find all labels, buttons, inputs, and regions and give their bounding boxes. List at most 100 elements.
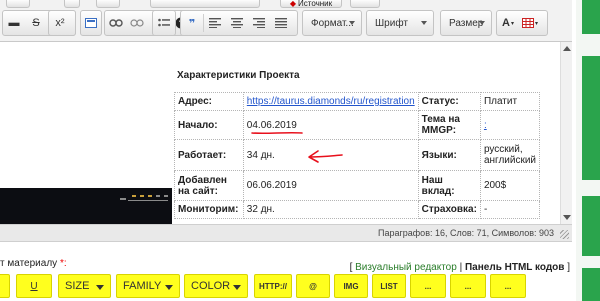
superscript-group: x² [48, 10, 76, 36]
editor-mode-links: [ Визуальный редактор | Панель HTML кодо… [350, 262, 570, 273]
table-cell-value: 32 дн. [242, 200, 419, 219]
sidebar-tab[interactable] [582, 196, 600, 256]
source-icon: ◆ [289, 0, 296, 8]
superscript-icon[interactable]: x² [49, 13, 71, 33]
toolbar-top-button[interactable] [96, 0, 120, 8]
sidebar-tab[interactable] [582, 56, 600, 180]
table-cell-label: Тема на MMGP: [417, 110, 481, 140]
strike-icon[interactable]: S [25, 13, 47, 33]
unlink-icon[interactable] [127, 13, 149, 33]
toolbar-top-button[interactable] [64, 0, 80, 8]
http-button[interactable]: HTTP:// [254, 274, 292, 298]
chevron-down-icon [233, 285, 241, 290]
chevron-down-icon [165, 285, 173, 290]
table-cell-value: https://taurus.diamonds/ru/registration [242, 92, 419, 111]
color-dropdown[interactable]: COLOR [184, 274, 248, 298]
chevron-down-icon: ▾ [534, 20, 538, 27]
editor-content-area[interactable]: Характеристики Проекта Адрес: https://ta… [0, 42, 560, 224]
table-cell-value: 34 дн. [242, 139, 419, 171]
table-cell-label: Начало: [174, 110, 244, 140]
html-panel-link[interactable]: Панель HTML кодов [465, 262, 564, 273]
more-button[interactable]: ... [490, 274, 526, 298]
more-button[interactable]: ... [410, 274, 446, 298]
word-count: Параграфов: 16, Слов: 71, Символов: 903 [378, 228, 554, 238]
visual-editor-link[interactable]: Визуальный редактор [355, 262, 457, 273]
size-select[interactable]: Размер [440, 10, 492, 36]
more-button[interactable]: ... [450, 274, 486, 298]
sidebar-tab[interactable] [582, 0, 600, 34]
format-select[interactable]: Формат... [302, 10, 362, 36]
project-title: Характеристики Проекта [177, 70, 300, 81]
table-row: Добавлен на сайт: 06.06.2019 Наш вклад: … [174, 170, 541, 201]
table-cell-label: Добавлен на сайт: [174, 170, 244, 201]
sidebar-tab[interactable] [582, 268, 600, 301]
toolbar-top-button[interactable] [350, 0, 380, 8]
table-cell-label: Страховка: [417, 200, 481, 219]
link-icon[interactable] [105, 13, 127, 33]
table-row: Начало: 04.06.2019 Тема на MMGP: : [174, 110, 541, 140]
align-justify-icon[interactable] [270, 13, 292, 33]
required-mark: *: [59, 258, 67, 269]
toolbar-top-button[interactable] [150, 0, 260, 8]
family-dropdown[interactable]: FAMILY [116, 274, 180, 298]
resize-grip-icon[interactable] [560, 230, 569, 239]
text-color-icon[interactable]: A ▾ [497, 13, 519, 33]
bold-icon[interactable]: ▬ [3, 13, 25, 33]
bbcode-button-partial[interactable] [0, 274, 10, 298]
editor-vertical-scrollbar[interactable] [560, 42, 572, 224]
table-icon[interactable]: ▾ [519, 13, 541, 33]
size-dropdown[interactable]: SIZE [58, 274, 111, 298]
table-row: Адрес: https://taurus.diamonds/ru/regist… [174, 92, 541, 111]
chevron-down-icon [349, 21, 355, 25]
unordered-list-icon[interactable] [153, 13, 175, 33]
editor-toolbar: ◆ Источник ▬ S x₂ x² ? [0, 0, 572, 42]
insert-group [80, 10, 102, 36]
table-cell-label: Мониторим: [174, 200, 244, 219]
right-sidebar [576, 0, 600, 301]
project-url-link[interactable]: https://taurus.diamonds/ru/registration [247, 96, 415, 107]
material-label-text: т материалу [0, 258, 58, 269]
img-button[interactable]: IMG [334, 274, 368, 298]
table-cell-label: Адрес: [174, 92, 244, 111]
color-dropdown-label: COLOR [191, 280, 231, 292]
table-cell-value: русский, английский [479, 139, 541, 171]
chevron-down-icon [479, 21, 485, 25]
table-row: Мониторим: 32 дн. Страховка: - [174, 200, 541, 219]
project-table: Адрес: https://taurus.diamonds/ru/regist… [174, 92, 541, 219]
table-cell-label: Работает: [174, 139, 244, 171]
scroll-up-icon[interactable] [563, 46, 571, 51]
editor-statusbar: Параграфов: 16, Слов: 71, Символов: 903 [0, 224, 572, 242]
table-cell-label: Языки: [417, 139, 481, 171]
font-select[interactable]: Шрифт [366, 10, 434, 36]
bracket: [ [349, 262, 353, 273]
chevron-down-icon [421, 21, 427, 25]
underline-button[interactable]: U [16, 274, 52, 298]
bracket: ] [567, 262, 570, 273]
blockquote-icon[interactable]: ❞ [181, 13, 203, 33]
align-left-icon[interactable] [204, 13, 226, 33]
project-screenshot-image [0, 44, 172, 190]
email-button[interactable]: @ [296, 274, 330, 298]
table-cell-value: - [479, 200, 541, 219]
source-button[interactable]: ◆ Источник [280, 0, 342, 8]
table-cell-label: Наш вклад: [417, 170, 481, 201]
family-dropdown-label: FAMILY [123, 280, 162, 292]
table-cell-value: 200$ [479, 170, 541, 201]
project-screenshot-image-dark [0, 188, 172, 224]
align-center-icon[interactable] [226, 13, 248, 33]
font-label: Шрифт [375, 17, 408, 29]
insert-icon[interactable] [81, 13, 101, 33]
source-label: Источник [298, 0, 333, 8]
align-right-icon[interactable] [248, 13, 270, 33]
table-cell-value: 04.06.2019 [242, 110, 419, 140]
mmgp-link[interactable]: : [484, 120, 487, 131]
scroll-down-icon[interactable] [563, 215, 571, 220]
list-button[interactable]: LIST [372, 274, 406, 298]
material-label: т материалу *: [0, 258, 67, 269]
alignment-group: ❞ [180, 10, 298, 36]
table-cell-label: Статус: [417, 92, 481, 111]
toolbar-top-button[interactable] [6, 0, 30, 8]
table-cell-value: Платит [479, 92, 541, 111]
chevron-down-icon [96, 285, 104, 290]
color-table-group: A ▾ ▾ [496, 10, 548, 36]
